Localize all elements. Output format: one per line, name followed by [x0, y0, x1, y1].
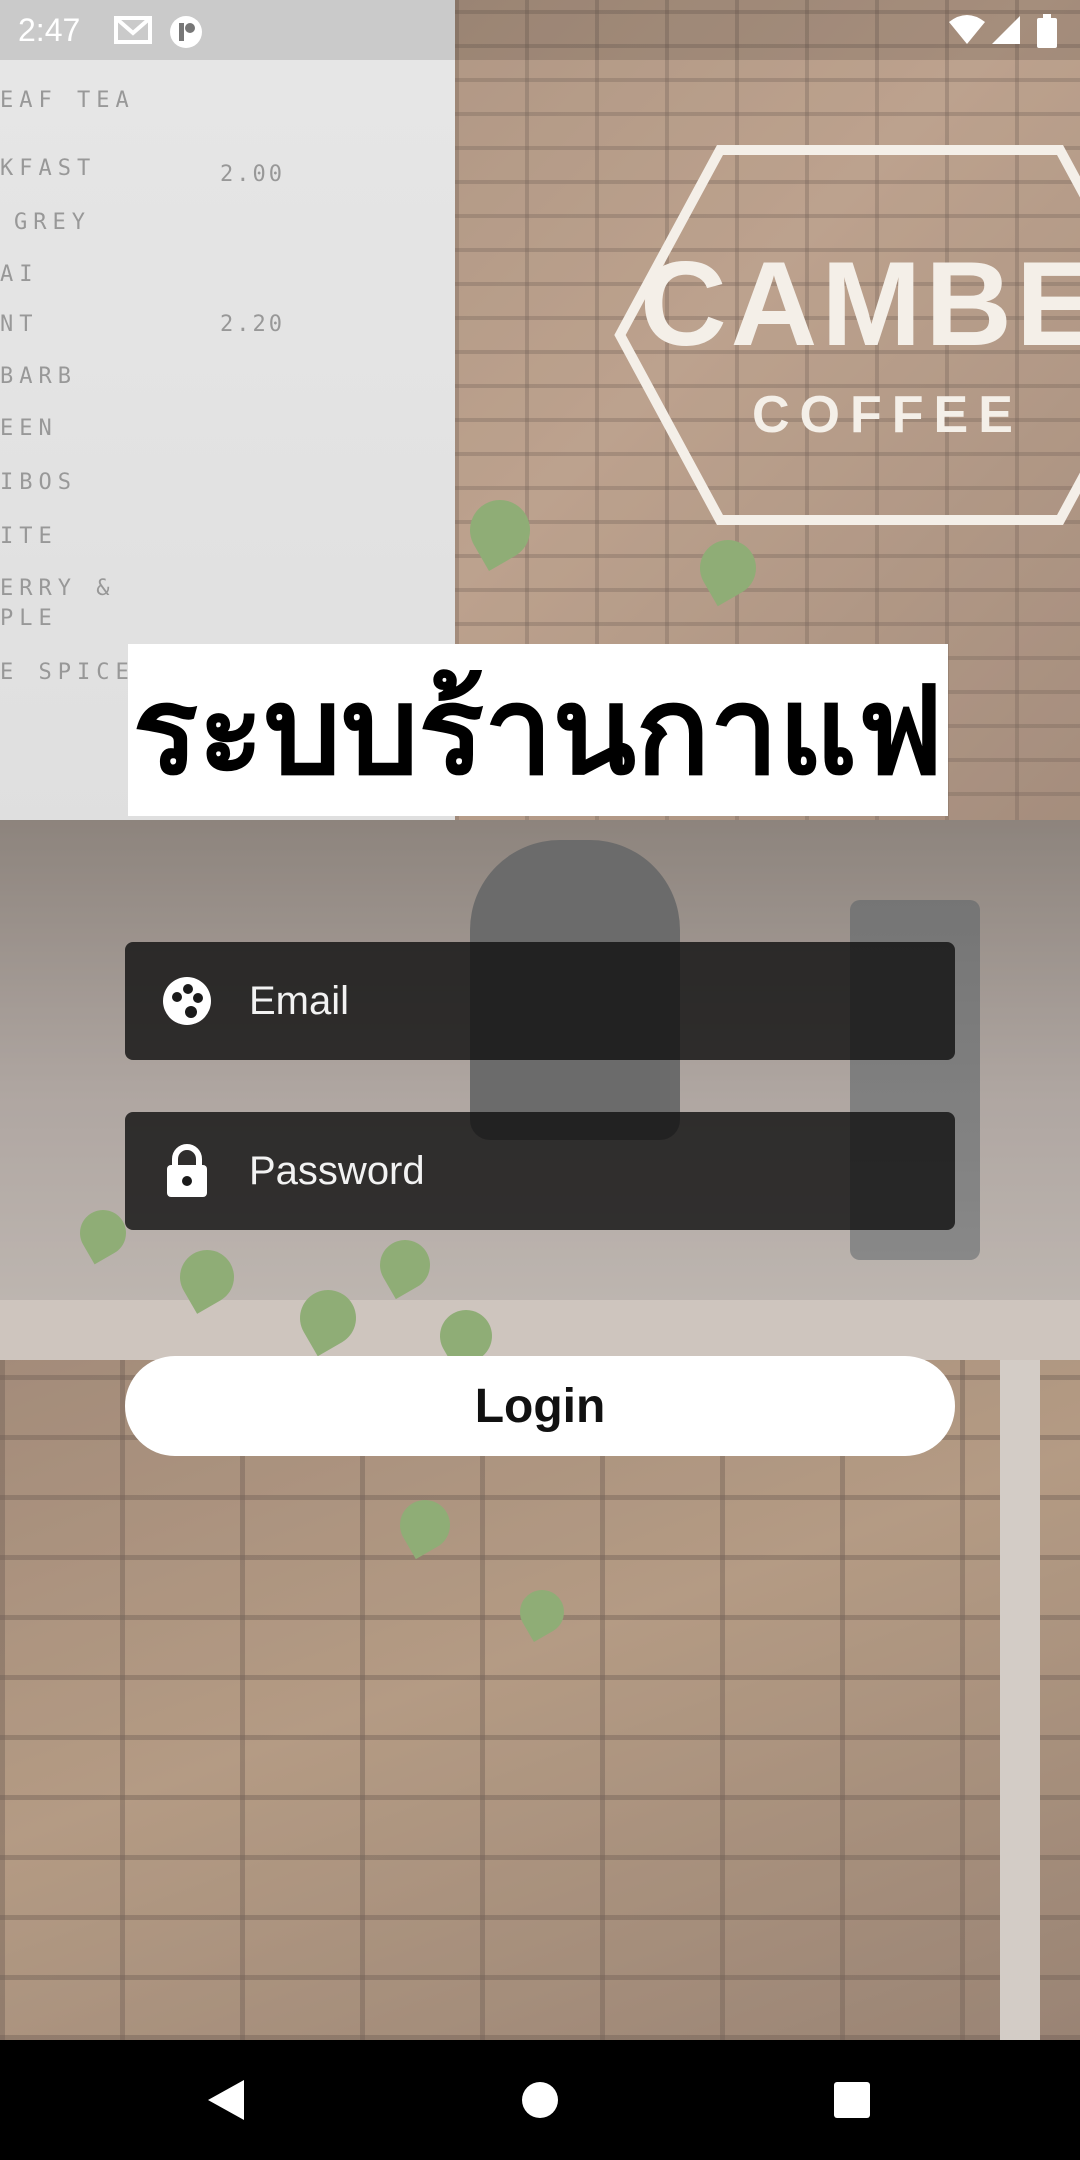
login-button[interactable]: Login: [125, 1356, 955, 1456]
palette-icon: [159, 973, 215, 1029]
back-icon[interactable]: [196, 2070, 256, 2130]
status-time: 2:47: [18, 12, 81, 48]
password-input[interactable]: [247, 1111, 955, 1231]
signal-icon: [990, 14, 1024, 46]
navigation-bar: [0, 2040, 1080, 2160]
wifi-icon: [948, 14, 985, 46]
email-field[interactable]: [125, 941, 955, 1061]
page-title: ระบบร้านกาแฟ: [128, 644, 948, 816]
app-notification-icon: [168, 14, 202, 48]
gmail-icon: [114, 14, 152, 46]
battery-icon: [1036, 14, 1058, 48]
background-photo: EAF TEA KFAST GREY AI NT BARB EEN IBOS I…: [0, 0, 1080, 2160]
login-screen: EAF TEA KFAST GREY AI NT BARB EEN IBOS I…: [0, 0, 1080, 2160]
password-field[interactable]: [125, 1111, 955, 1231]
status-bar: 2:47: [0, 0, 1080, 60]
lock-icon: [159, 1143, 215, 1199]
home-icon[interactable]: [510, 2070, 570, 2130]
email-input[interactable]: [247, 941, 955, 1061]
recents-icon[interactable]: [822, 2070, 882, 2130]
background-overlay: [0, 0, 1080, 2160]
